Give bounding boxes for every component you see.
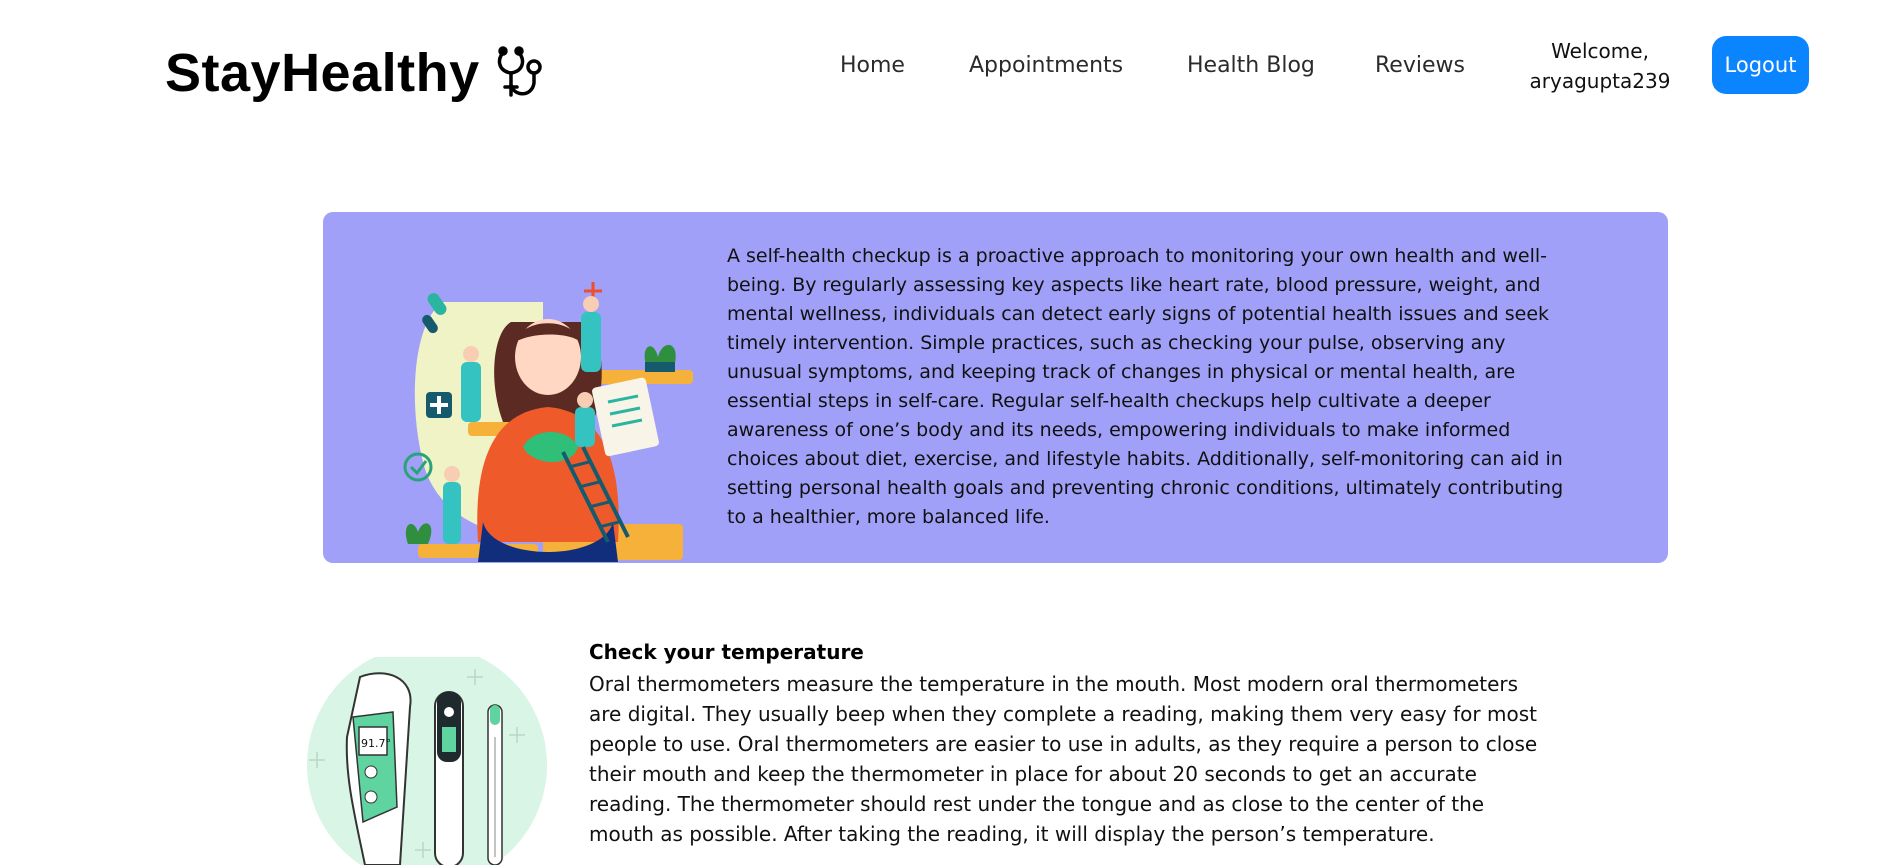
nav-health-blog[interactable]: Health Blog	[1187, 50, 1315, 82]
logout-button[interactable]: Logout	[1712, 36, 1809, 94]
self-checkup-card: A self-health checkup is a proactive app…	[323, 212, 1668, 563]
nav-reviews[interactable]: Reviews	[1375, 50, 1465, 82]
self-checkup-illustration	[403, 282, 693, 562]
nav-home[interactable]: Home	[840, 50, 905, 82]
thermometers-illustration: 91.7°	[307, 657, 547, 865]
thermometer-reading: 91.7°	[361, 737, 391, 750]
temperature-heading: Check your temperature	[589, 640, 864, 664]
self-checkup-description: A self-health checkup is a proactive app…	[727, 245, 1564, 528]
temperature-description: Oral thermometers measure the temperatur…	[589, 672, 1538, 846]
welcome-line: Welcome,	[1551, 39, 1649, 63]
nav-appointments[interactable]: Appointments	[969, 50, 1123, 82]
welcome-message: Welcome, aryagupta239	[1512, 36, 1688, 96]
username: aryagupta239	[1529, 69, 1671, 93]
